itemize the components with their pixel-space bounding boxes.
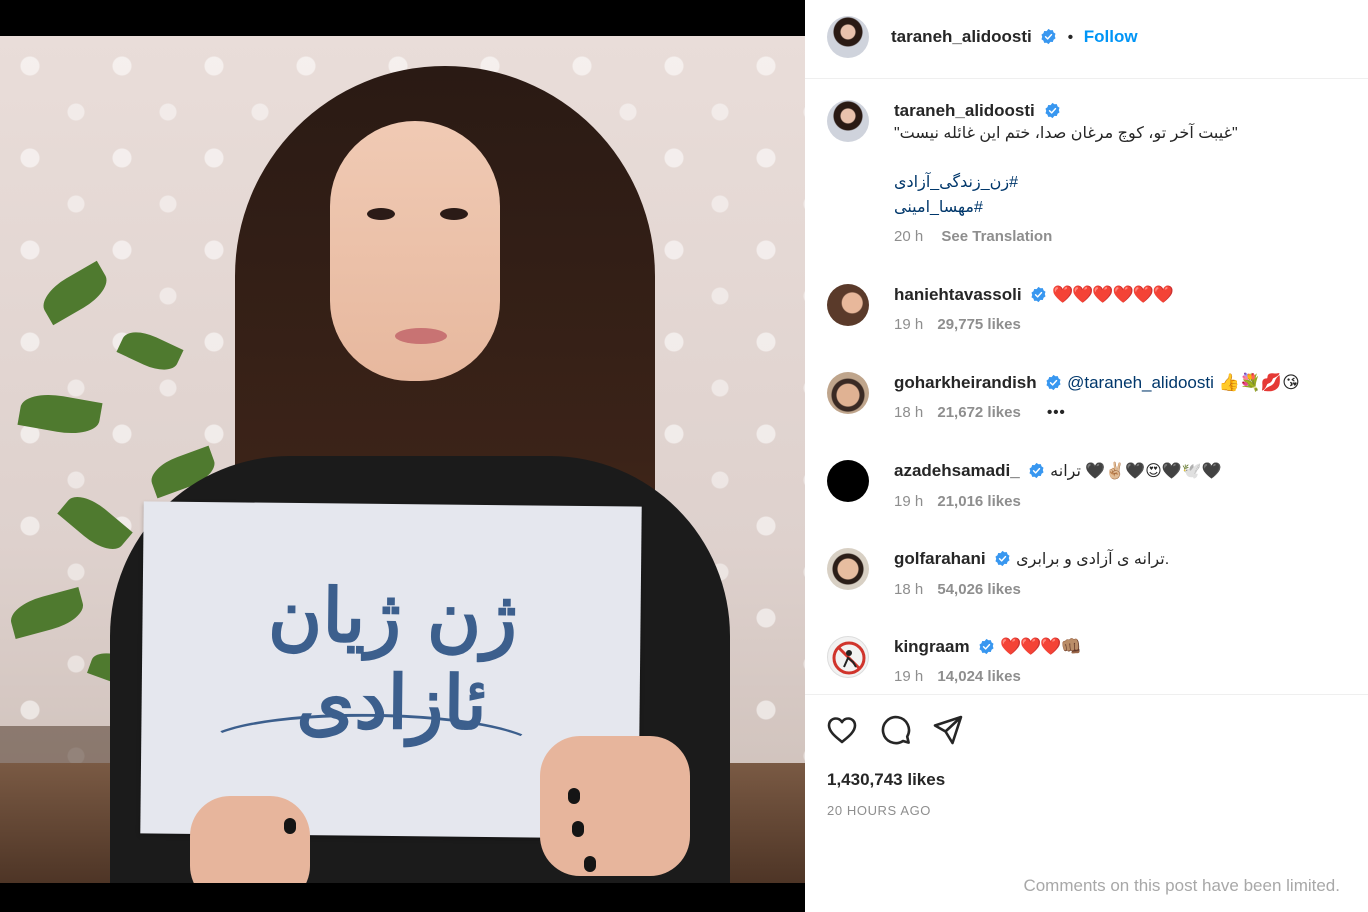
- post-photo[interactable]: ژن ژیان ئازادی: [0, 36, 805, 883]
- caption-time[interactable]: 20 h: [894, 228, 923, 245]
- caption-text: "غیبت آخر تو، کوچ مرغان صدا، ختم این غائ…: [894, 125, 1238, 142]
- comment-time[interactable]: 19 h: [894, 493, 923, 510]
- comment-time[interactable]: 19 h: [894, 316, 923, 333]
- plant-leaf: [6, 587, 88, 639]
- fingernail: [568, 788, 580, 804]
- verified-badge-icon: [995, 550, 1010, 567]
- person-eye: [367, 208, 395, 220]
- verified-badge-icon: [1041, 28, 1056, 45]
- comment-avatar[interactable]: [827, 636, 869, 678]
- comment-text: ❤️❤️❤️👊🏽: [1000, 637, 1082, 656]
- comment-meta: 18 h 21,672 likes •••: [894, 404, 1349, 421]
- comment-icon[interactable]: [879, 713, 913, 747]
- person-eye: [440, 208, 468, 220]
- comment-time[interactable]: 18 h: [894, 581, 923, 598]
- post-header: taraneh_alidoosti • Follow: [805, 0, 1368, 79]
- comment-text: ترانه ی آزادی و برابری.: [1016, 551, 1170, 568]
- plant-leaf: [36, 260, 114, 326]
- comment-username[interactable]: goharkheirandish: [894, 373, 1037, 392]
- comment-username[interactable]: kingraam: [894, 637, 970, 656]
- comment-avatar[interactable]: [827, 372, 869, 414]
- comment-likes[interactable]: 21,016 likes: [937, 493, 1020, 510]
- comment-body: goharkheirandish @taraneh_alidoosti 👍💐💋😘…: [894, 372, 1349, 421]
- verified-badge-icon: [1046, 374, 1061, 391]
- comment-time[interactable]: 19 h: [894, 668, 923, 685]
- comment-meta: 19 h 29,775 likes: [894, 316, 1349, 333]
- comment-text: ❤️❤️❤️❤️❤️❤️: [1052, 285, 1174, 304]
- comment-username[interactable]: haniehtavassoli: [894, 285, 1022, 304]
- comment-line: kingraam ❤️❤️❤️👊🏽: [894, 636, 1349, 658]
- comment-avatar[interactable]: [827, 284, 869, 326]
- verified-badge-icon: [979, 638, 994, 655]
- follow-button[interactable]: Follow: [1084, 27, 1138, 46]
- caption-header: taraneh_alidoosti: [894, 100, 1349, 122]
- share-icon[interactable]: [931, 713, 965, 747]
- fingernail: [584, 856, 596, 872]
- comment-body: golfarahani ترانه ی آزادی و برابری. 18 h…: [894, 548, 1349, 598]
- heart-icon[interactable]: [825, 713, 859, 747]
- post-side-panel: taraneh_alidoosti • Follow taraneh_alido…: [805, 0, 1368, 912]
- left-hand: [190, 796, 310, 883]
- comment-avatar[interactable]: [827, 460, 869, 502]
- post-media[interactable]: ژن ژیان ئازادی: [0, 0, 805, 912]
- caption-body: taraneh_alidoosti "غیبت آخر تو، کوچ مرغا…: [894, 100, 1349, 245]
- comment-body: azadehsamadi_ ترانه 🖤✌🏼🖤😍🖤🕊️🖤 19 h 21,01…: [894, 460, 1349, 510]
- comment-likes[interactable]: 21,672 likes: [937, 404, 1020, 421]
- caption-avatar[interactable]: [827, 100, 869, 142]
- comment-line: azadehsamadi_ ترانه 🖤✌🏼🖤😍🖤🕊️🖤: [894, 460, 1349, 483]
- comment-username[interactable]: azadehsamadi_: [894, 461, 1020, 480]
- plant-leaf: [57, 487, 133, 559]
- comment-text: ترانه 🖤✌🏼🖤😍🖤🕊️🖤: [1050, 463, 1222, 480]
- comment-body: kingraam ❤️❤️❤️👊🏽 19 h 14,024 likes: [894, 636, 1349, 685]
- post-timestamp[interactable]: 20 HOURS AGO: [827, 803, 931, 818]
- comment-line: golfarahani ترانه ی آزادی و برابری.: [894, 548, 1349, 571]
- header-separator: •: [1067, 29, 1074, 46]
- likes-count[interactable]: 1,430,743 likes: [827, 770, 945, 790]
- comment-avatar[interactable]: [827, 548, 869, 590]
- more-options-button[interactable]: •••: [1047, 404, 1066, 421]
- no-symbol-icon: [832, 641, 866, 675]
- comment-line: haniehtavassoli ❤️❤️❤️❤️❤️❤️: [894, 284, 1349, 306]
- verified-badge-icon: [1031, 286, 1046, 303]
- person-lips: [395, 328, 447, 344]
- caption-username[interactable]: taraneh_alidoosti: [894, 101, 1035, 120]
- comment-line: goharkheirandish @taraneh_alidoosti 👍💐💋😘: [894, 372, 1349, 394]
- right-hand: [540, 736, 690, 876]
- comment-likes[interactable]: 14,024 likes: [937, 668, 1020, 685]
- comment-meta: 18 h 54,026 likes: [894, 581, 1349, 598]
- verified-badge-icon: [1044, 102, 1060, 119]
- comment-likes[interactable]: 54,026 likes: [937, 581, 1020, 598]
- comments-list[interactable]: taraneh_alidoosti "غیبت آخر تو، کوچ مرغا…: [805, 80, 1368, 694]
- comment-text: 👍💐💋😘: [1213, 373, 1300, 392]
- comment-username[interactable]: golfarahani: [894, 549, 986, 568]
- fingernail: [284, 818, 296, 834]
- comment-time[interactable]: 18 h: [894, 404, 923, 421]
- comments-limited-notice: Comments on this post have been limited.: [1023, 876, 1340, 895]
- header-user-row: taraneh_alidoosti • Follow: [891, 27, 1138, 47]
- plant-leaf: [116, 324, 184, 378]
- comment-likes[interactable]: 29,775 likes: [937, 316, 1020, 333]
- post-actions: 1,430,743 likes 20 HOURS AGO Comments on…: [805, 694, 1368, 912]
- caption-hashtag[interactable]: #زن_زندگی_آزادی: [894, 170, 1349, 195]
- caption-meta: 20 h See Translation: [894, 228, 1349, 245]
- owner-avatar[interactable]: [827, 16, 869, 58]
- plant-leaf: [17, 389, 103, 439]
- owner-username[interactable]: taraneh_alidoosti: [891, 27, 1032, 46]
- comment-mention[interactable]: @taraneh_alidoosti: [1067, 373, 1214, 392]
- comment-body: haniehtavassoli ❤️❤️❤️❤️❤️❤️ 19 h 29,775…: [894, 284, 1349, 333]
- comment-meta: 19 h 14,024 likes: [894, 668, 1349, 685]
- comment-meta: 19 h 21,016 likes: [894, 493, 1349, 510]
- fingernail: [572, 821, 584, 837]
- see-translation-button[interactable]: See Translation: [941, 228, 1052, 245]
- caption-hashtag[interactable]: #مهسا_امینی: [894, 195, 1349, 220]
- verified-badge-icon: [1029, 462, 1044, 479]
